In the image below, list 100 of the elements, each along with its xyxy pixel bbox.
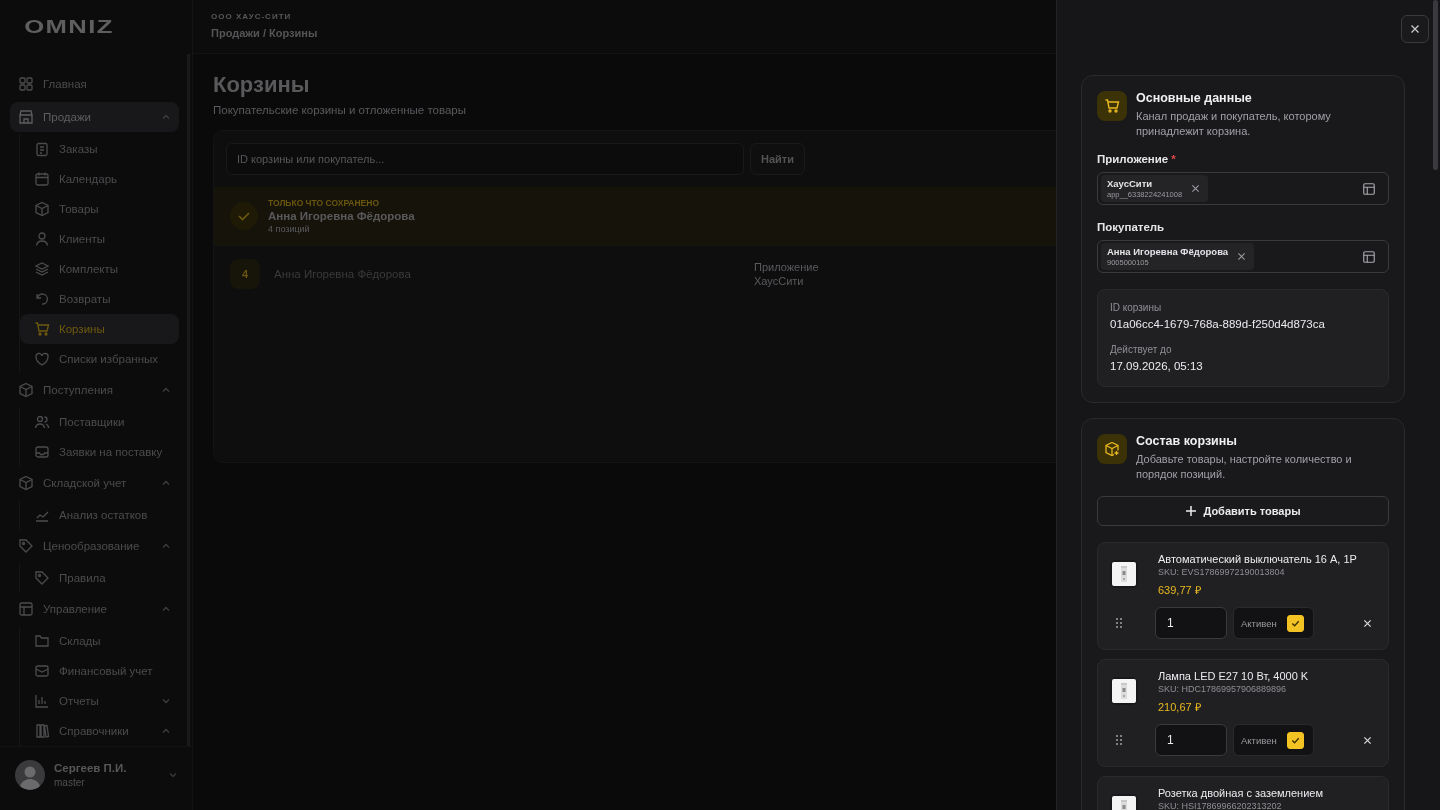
remove-icon[interactable]	[1237, 252, 1247, 261]
chevron-icon	[161, 112, 171, 122]
active-label: Активен	[1241, 734, 1277, 746]
logo: OMNIZ	[23, 14, 114, 39]
chevron-icon	[161, 385, 171, 395]
item-count: 4 позиций	[268, 224, 311, 234]
app-name: ХаусСити	[754, 275, 805, 287]
calendar-icon	[34, 170, 50, 187]
field-label: Покупатель	[1097, 221, 1165, 233]
product-name: Автоматический выключатель 16 А, 1P	[1158, 553, 1357, 565]
table-icon[interactable]	[1362, 249, 1376, 264]
inbox-icon	[34, 443, 50, 460]
checkbox[interactable]	[1286, 614, 1304, 632]
nav-group[interactable]: Управление	[10, 594, 179, 624]
page-subtitle: Покупательские корзины и отложенные товары	[213, 104, 468, 116]
organization-name: ООО ХАУС-СИТИ	[211, 12, 292, 21]
search-field[interactable]: ID корзины или покупатель...	[226, 143, 744, 175]
user-role: master	[54, 777, 86, 789]
check-icon	[230, 202, 258, 230]
box-icon	[34, 200, 50, 217]
folder-icon	[34, 632, 50, 649]
cart-icon	[34, 320, 50, 337]
nav-item[interactable]: Анализ остатков	[20, 499, 179, 530]
nav-item[interactable]: Клиенты	[20, 223, 179, 254]
info-label: Действует до	[1110, 344, 1173, 355]
add-products-button[interactable]: Добавить товары	[1097, 496, 1389, 526]
active-label: Активен	[1241, 617, 1277, 629]
nav-group[interactable]: Складской учет	[10, 468, 179, 498]
product-name: Лампа LED E27 10 Вт, 4000 K	[1158, 670, 1309, 682]
product-sku: SKU: HDC17869957906889896	[1158, 684, 1288, 694]
product-price: 639,77 ₽	[1158, 583, 1202, 597]
undo-icon	[34, 290, 50, 307]
nav-item[interactable]: Комплекты	[20, 253, 179, 284]
user-icon	[34, 230, 50, 247]
box-icon	[1097, 434, 1127, 464]
heart-icon	[34, 350, 50, 367]
remove-icon[interactable]	[1363, 735, 1372, 745]
product-sku: SKU: EVS17869972190013804	[1158, 567, 1286, 577]
chip-title: Анна Игоревна Фёдорова	[1107, 246, 1229, 257]
count-badge: 4	[230, 259, 260, 289]
nav-item[interactable]: Заявки на поставку	[20, 436, 179, 467]
user-name: Сергеев П.И.	[54, 762, 128, 775]
info-label: ID корзины	[1110, 302, 1163, 313]
field-label: Приложение	[1097, 153, 1169, 165]
nav-item[interactable]: Отчеты	[20, 685, 179, 716]
quantity-field[interactable]: 1	[1155, 607, 1227, 639]
breadcrumb: Продажи / Корзины	[211, 27, 318, 39]
info-value: 01a06cc4-1679-768a-889d-f250d4d873ca	[1110, 318, 1326, 330]
remove-icon[interactable]	[1363, 618, 1372, 628]
product-sku: SKU: HSI17869966202313202	[1158, 801, 1283, 810]
section-title: Основные данные	[1136, 91, 1253, 105]
nav-item[interactable]: Поставщики	[20, 406, 179, 437]
users-icon	[34, 413, 50, 430]
nav-item[interactable]: Финансовый учет	[20, 655, 179, 686]
required-mark: *	[1171, 153, 1176, 165]
checkbox[interactable]	[1286, 731, 1304, 749]
cart-icon	[1097, 91, 1127, 121]
nav-group[interactable]: Ценообразование	[10, 531, 179, 561]
close-icon	[1410, 24, 1420, 34]
section-description: Канал продаж и покупатель, которому принадлежит корзина.	[1136, 109, 1332, 139]
chevron-icon	[161, 478, 171, 488]
product-price: 210,67 ₽	[1158, 700, 1202, 714]
tag-icon	[34, 569, 50, 586]
store-icon	[18, 109, 34, 125]
find-button[interactable]: Найти	[750, 143, 805, 175]
nav-item[interactable]: Заказы	[20, 133, 179, 164]
section-title: Состав корзины	[1136, 434, 1238, 448]
nav-group[interactable]: Главная	[10, 69, 179, 99]
nav-item[interactable]: Склады	[20, 625, 179, 656]
nav-item[interactable]: Календарь	[20, 163, 179, 194]
book-icon	[34, 722, 50, 739]
close-button[interactable]	[1401, 15, 1429, 43]
product-name: Розетка двойная с заземлением	[1158, 787, 1324, 799]
nav-item[interactable]: Списки избранных	[20, 343, 179, 374]
cart-row[interactable]: ТОЛЬКО ЧТО СОХРАНЕНО Анна Игоревна Фёдорова 4 позиций	[214, 187, 1056, 245]
nav-item[interactable]: Правила	[20, 562, 179, 593]
table-icon[interactable]	[1362, 181, 1376, 196]
nav-group[interactable]: Поступления	[10, 375, 179, 405]
app-label: Приложение	[754, 261, 819, 273]
drag-handle-icon[interactable]	[1115, 617, 1123, 629]
info-value: 17.09.2026, 05:13	[1110, 360, 1204, 372]
grid-icon	[18, 76, 34, 92]
bars-icon	[34, 692, 50, 709]
avatar	[15, 760, 45, 791]
customer-name: Анна Игоревна Фёдорова	[268, 210, 415, 222]
quantity-field[interactable]: 1	[1155, 724, 1227, 756]
plus-icon	[1185, 505, 1198, 517]
nav-item[interactable]: Корзины	[20, 313, 179, 344]
nav-item[interactable]: Справочники	[20, 715, 179, 746]
nav-item[interactable]: Товары	[20, 193, 179, 224]
chevron-icon	[161, 604, 171, 614]
tag-icon	[18, 538, 34, 554]
nav-item[interactable]: Возвраты	[20, 283, 179, 314]
nav-group[interactable]: Продажи	[10, 102, 179, 132]
clipboard-icon	[34, 140, 50, 157]
layers-icon	[34, 260, 50, 277]
drag-handle-icon[interactable]	[1115, 734, 1123, 746]
chip-title: ХаусСити	[1107, 178, 1154, 189]
section-description: Добавьте товары, настройте количество и порядок позиций.	[1136, 452, 1353, 482]
remove-icon[interactable]	[1191, 184, 1201, 193]
